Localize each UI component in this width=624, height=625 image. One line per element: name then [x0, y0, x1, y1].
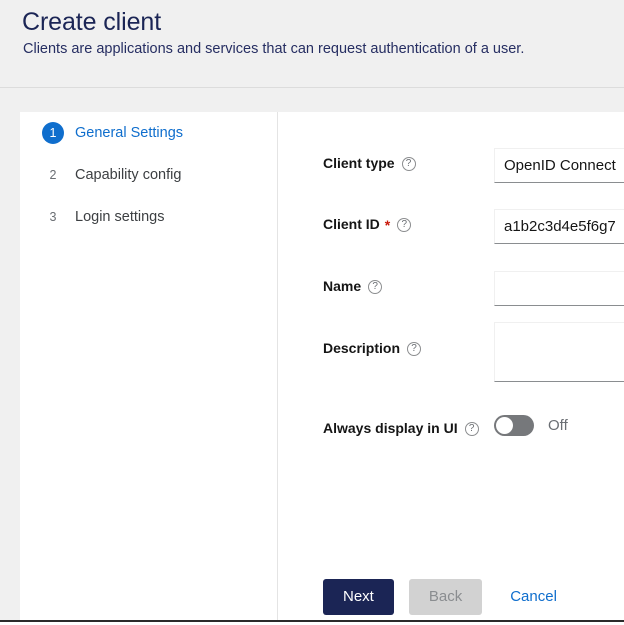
step-label-login-settings: Login settings	[75, 209, 165, 225]
wizard-steps-nav: 1 General Settings 2 Capability config 3…	[20, 112, 277, 238]
step-number-1: 1	[42, 122, 64, 144]
wizard-step-capability-config[interactable]: 2 Capability config	[20, 154, 277, 196]
label-client-type: Client type	[323, 155, 416, 171]
client-id-input[interactable]	[494, 209, 624, 244]
wizard-footer: Next Back Cancel	[278, 573, 624, 620]
label-name: Name	[323, 278, 383, 294]
always-display-in-ui-toggle[interactable]: Off	[494, 415, 568, 436]
back-button[interactable]: Back	[408, 578, 483, 615]
page-title: Create client	[22, 8, 162, 36]
toggle-knob	[496, 417, 513, 434]
label-description: Description	[323, 340, 422, 356]
next-button[interactable]: Next	[323, 578, 394, 615]
create-client-wizard-card: 1 General Settings 2 Capability config 3…	[20, 112, 624, 620]
client-type-select[interactable]	[494, 148, 624, 183]
step-number-2: 2	[49, 167, 57, 182]
step-number-3: 3	[49, 209, 57, 224]
wizard-step-login-settings[interactable]: 3 Login settings	[20, 196, 277, 238]
toggle-state-label: Off	[548, 417, 568, 434]
step-label-general-settings: General Settings	[75, 125, 184, 141]
page-left-gutter	[0, 88, 20, 620]
page-subtitle: Clients are applications and services th…	[23, 41, 525, 57]
label-text-description: Description	[323, 340, 401, 356]
step-label-capability-config: Capability config	[75, 167, 182, 183]
page-header: Create client Clients are applications a…	[0, 0, 624, 88]
help-circle-icon-always-display-in-ui[interactable]	[464, 422, 479, 436]
description-textarea[interactable]	[494, 322, 624, 382]
wizard-step-general-settings[interactable]: 1 General Settings	[20, 112, 277, 154]
cancel-button[interactable]: Cancel	[502, 579, 565, 615]
label-always-display-in-ui: Always display in UI	[323, 420, 479, 436]
general-settings-form: Client type Client ID * Name D	[278, 112, 624, 620]
label-text-always-display-in-ui: Always display in UI	[323, 420, 458, 436]
required-marker-client-id: *	[384, 217, 391, 233]
help-circle-icon-name[interactable]	[368, 280, 383, 294]
label-text-client-id: Client ID	[323, 216, 380, 232]
help-circle-icon-client-id[interactable]	[397, 218, 412, 232]
help-circle-icon-description[interactable]	[407, 342, 422, 356]
name-input[interactable]	[494, 271, 624, 306]
window-bottom-edge	[0, 620, 624, 625]
label-text-name: Name	[323, 278, 362, 294]
label-text-client-type: Client type	[323, 155, 395, 171]
label-client-id: Client ID *	[323, 216, 412, 233]
toggle-track	[494, 415, 534, 436]
help-circle-icon-client-type[interactable]	[401, 157, 416, 171]
